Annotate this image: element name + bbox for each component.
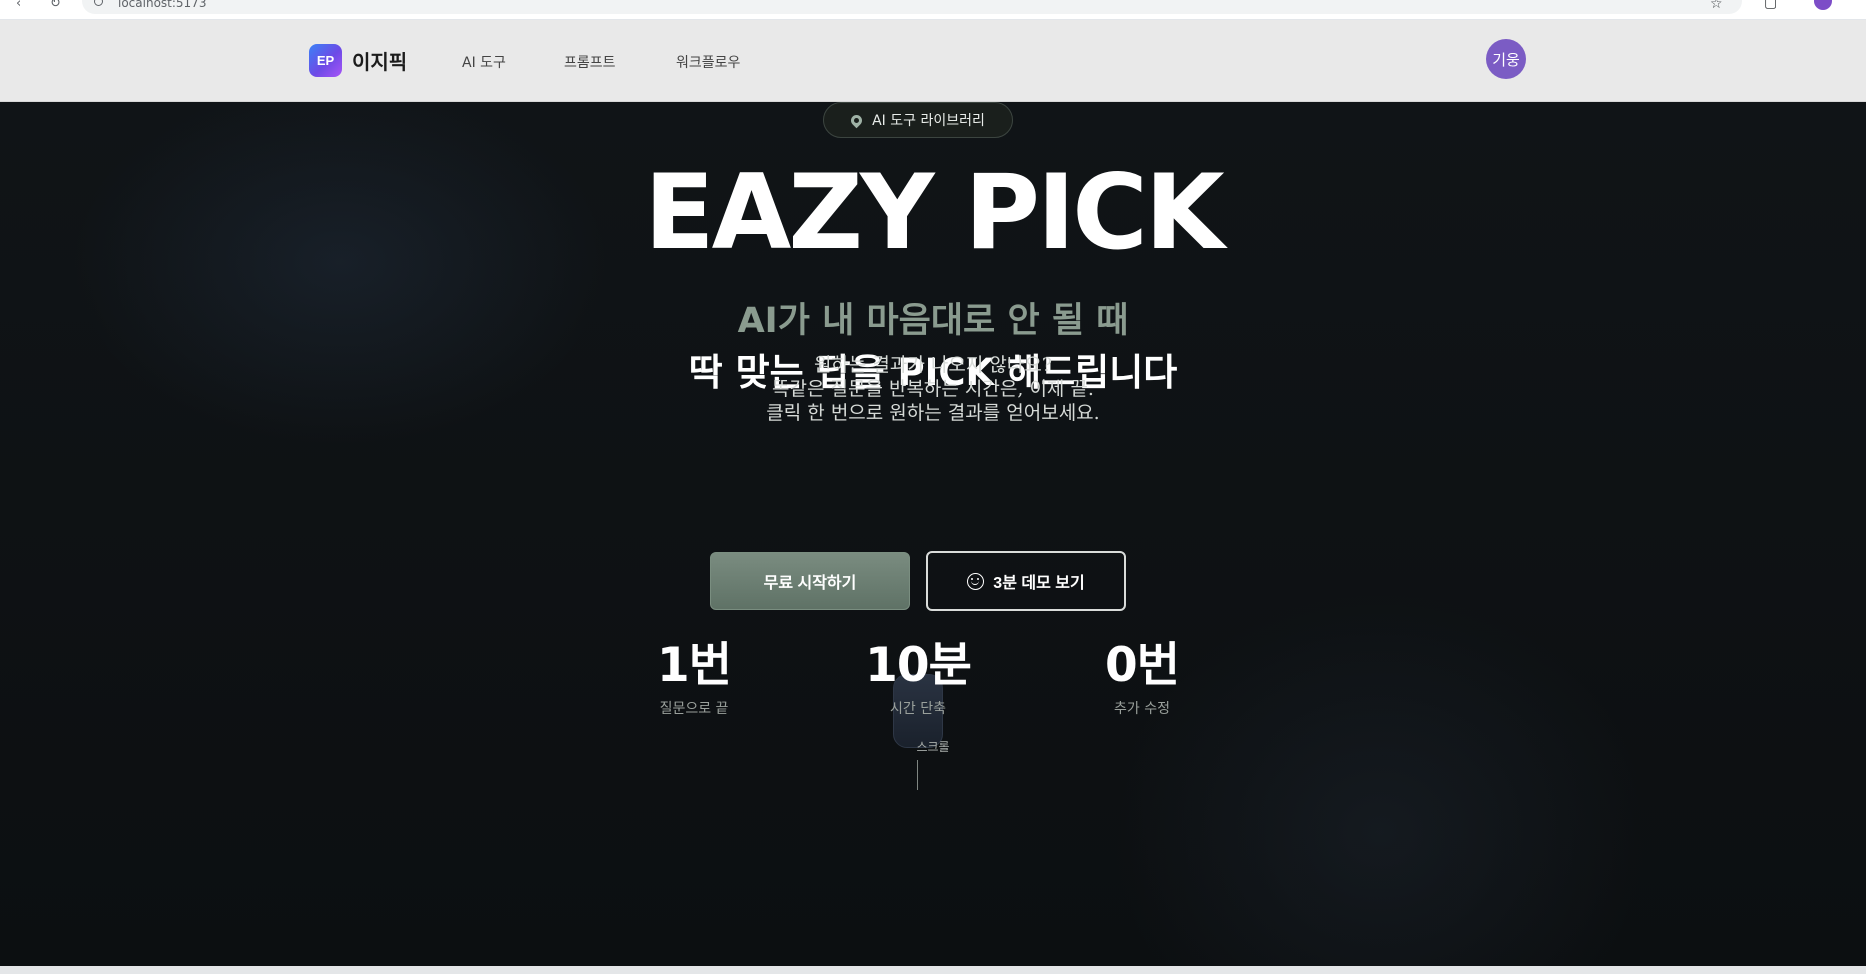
scroll-label: 스크롤 [916,740,950,754]
demo-button[interactable]: 3분 데모 보기 [926,551,1126,611]
location-pin-icon [848,112,865,128]
address-text: localhost:5173 [118,0,207,10]
ai-library-badge[interactable]: AI 도구 라이브러리 [823,102,1013,138]
nav-ai-tools[interactable]: AI 도구 [462,52,506,72]
nav-workflows[interactable]: 워크플로우 [676,52,740,72]
user-avatar[interactable]: 기웅 [1486,39,1526,79]
hero-section: AI 도구 라이브러리 EAZY PICK AI가 내 마음대로 안 될 때 딱… [0,102,1866,966]
tagline-primary: AI가 내 마음대로 안 될 때 [737,301,1129,341]
scroll-indicator-line [917,760,918,790]
logo[interactable]: EP 이지픽 [309,44,407,77]
stat-time-saved: 10분 시간 단축 [818,640,1018,718]
stat-value: 0번 [1105,638,1180,693]
stat-questions: 1번 질문으로 끝 [594,640,794,718]
demo-button-label: 3분 데모 보기 [993,575,1085,592]
site-header: EP 이지픽 AI 도구 프롬프트 워크플로우 기웅 [0,20,1866,102]
logo-text: 이지픽 [352,50,408,74]
description-line-1: 원하는 결과가 나오지 않나요? [813,354,1053,376]
nav-prompts[interactable]: 프롬프트 [564,52,616,72]
stat-label: 질문으로 끝 [659,700,729,717]
stat-label: 시간 단축 [890,700,946,717]
bottom-strip [0,966,1866,974]
smile-icon [967,572,985,590]
browser-profile-avatar[interactable] [1814,0,1832,10]
back-icon[interactable]: ‹ [16,0,21,11]
stat-value: 1번 [657,638,732,693]
stat-value: 10분 [865,638,972,693]
stat-label: 추가 수정 [1114,700,1170,717]
browser-toolbar: ‹ ↻ localhost:5173 ☆ ▢ [0,0,1866,20]
description-line-3: 클릭 한 번으로 원하는 결과를 얻어보세요. [766,402,1100,424]
bookmark-star-icon[interactable]: ☆ [1710,0,1723,12]
reload-icon[interactable]: ↻ [50,0,61,11]
logo-badge-icon: EP [309,44,342,77]
badge-label: AI 도구 라이브러리 [872,113,985,129]
hero-title: EAZY PICK [644,153,1224,273]
extensions-icon[interactable]: ▢ [1764,0,1777,11]
start-free-button[interactable]: 무료 시작하기 [710,552,910,610]
stat-revisions: 0번 추가 수정 [1042,640,1242,718]
address-bar[interactable]: localhost:5173 [82,0,1742,14]
site-info-icon[interactable] [94,0,103,6]
description-line-2: 똑같은 질문을 반복하는 시간은, 이제 끝. [772,378,1094,400]
